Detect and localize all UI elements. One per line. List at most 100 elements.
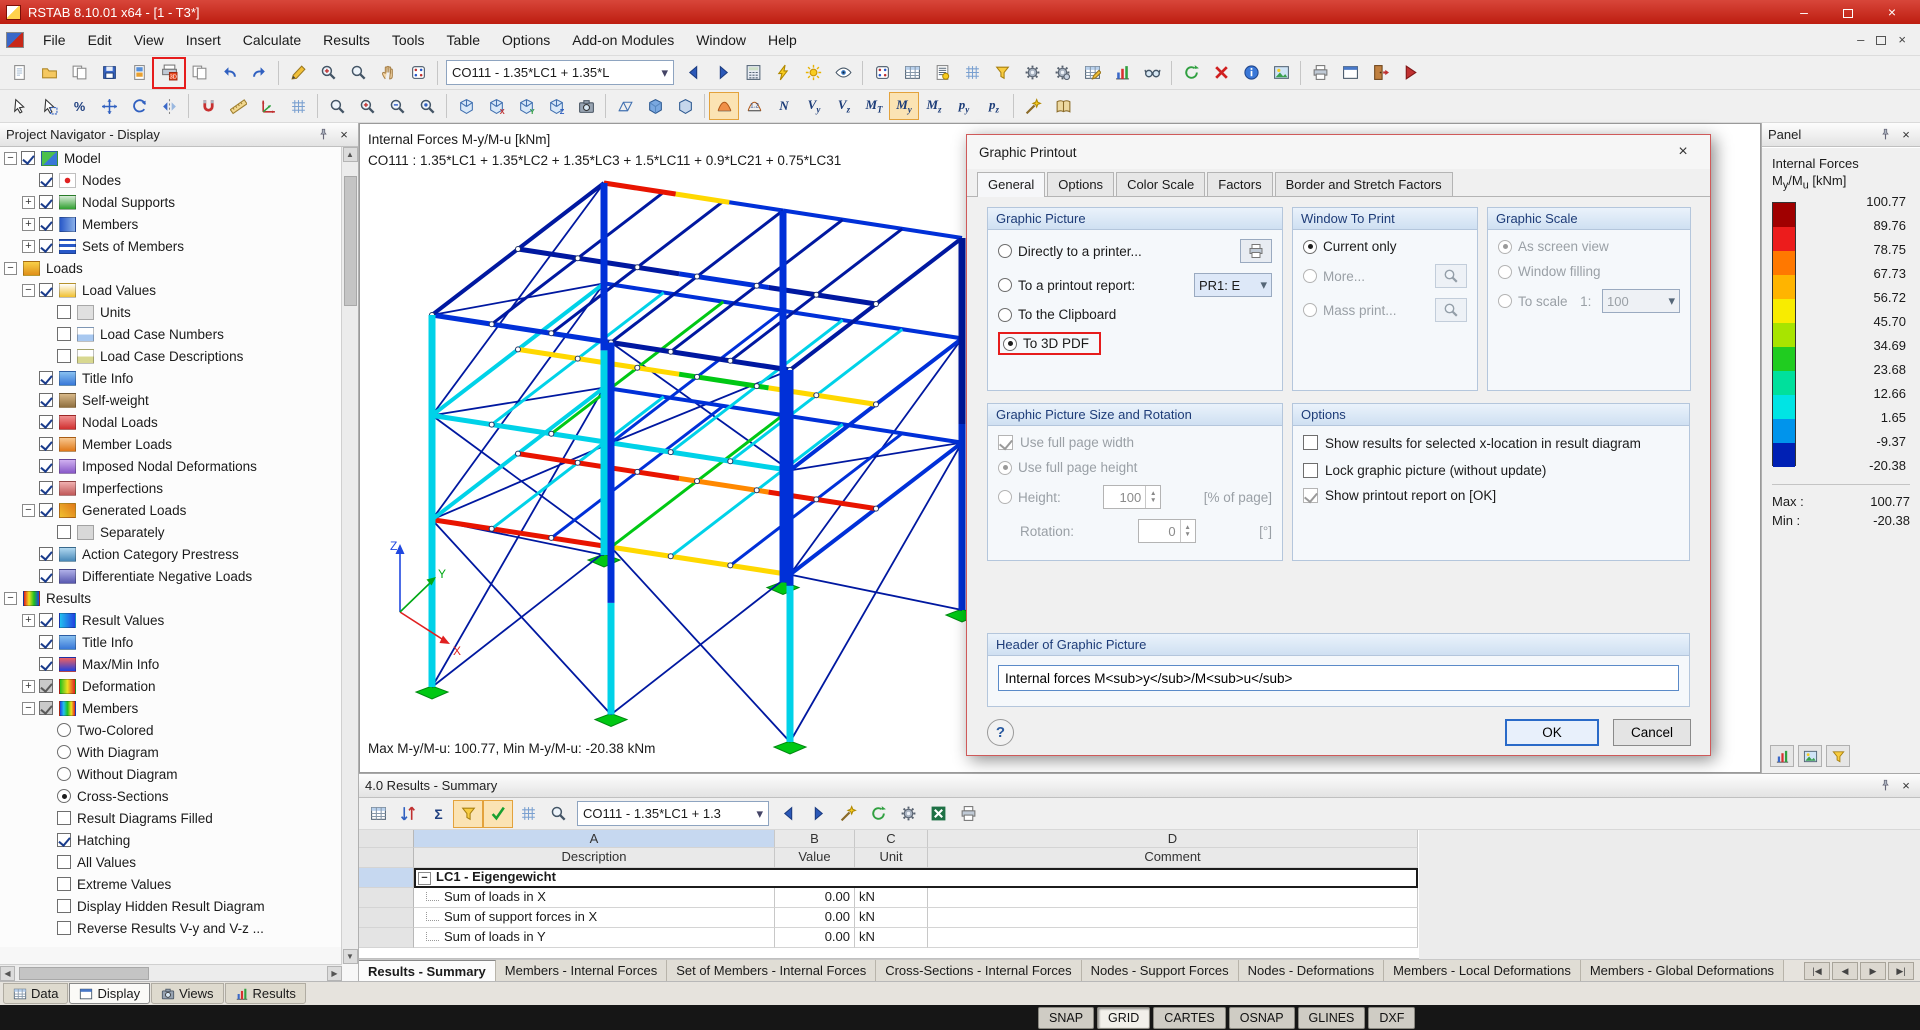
component-my-button[interactable]: My bbox=[889, 92, 919, 120]
result-values-button[interactable]: 1.2 bbox=[739, 92, 769, 120]
mirror-button[interactable] bbox=[154, 92, 184, 120]
zoom-in-button[interactable] bbox=[313, 59, 343, 87]
isometric-view-button[interactable] bbox=[451, 92, 481, 120]
navigator-tab-display[interactable]: Display bbox=[69, 983, 151, 1004]
printer-settings-button[interactable] bbox=[1240, 239, 1272, 263]
solid-model-button[interactable] bbox=[640, 92, 670, 120]
zoom-plus-button[interactable] bbox=[352, 92, 382, 120]
radio-unselected[interactable] bbox=[57, 723, 71, 737]
tree-item-load-case-descriptions[interactable]: Load Case Descriptions bbox=[0, 345, 342, 367]
previous-table-button[interactable]: ◀ bbox=[1832, 962, 1858, 980]
user-view-button[interactable] bbox=[571, 92, 601, 120]
mdi-restore-button[interactable] bbox=[1876, 32, 1887, 47]
tree-item-without-diagram[interactable]: Without Diagram bbox=[0, 763, 342, 785]
menu-table[interactable]: Table bbox=[436, 27, 491, 53]
checkbox-unchecked[interactable] bbox=[57, 349, 71, 363]
radio-height[interactable]: Height: bbox=[998, 490, 1061, 505]
checkbox-checked[interactable] bbox=[39, 459, 53, 473]
dialog-tab-factors[interactable]: Factors bbox=[1207, 172, 1273, 196]
help-button[interactable]: ? bbox=[987, 719, 1014, 746]
previous-load-case-button[interactable] bbox=[678, 59, 708, 87]
menu-help[interactable]: Help bbox=[757, 27, 808, 53]
manual-button[interactable] bbox=[1048, 92, 1078, 120]
view-options-button[interactable] bbox=[1137, 59, 1167, 87]
structural-model-3d[interactable]: Z X Y bbox=[370, 142, 1010, 772]
panel-color-scale-button[interactable] bbox=[1770, 745, 1794, 767]
rotation-spinner[interactable]: 0 ▲ ▼ bbox=[1137, 519, 1196, 543]
checkbox-checked[interactable] bbox=[39, 217, 53, 231]
checkbox-checked[interactable] bbox=[39, 415, 53, 429]
component-vz-button[interactable]: Vz bbox=[829, 92, 859, 120]
menu-window[interactable]: Window bbox=[685, 27, 757, 53]
cancel-button[interactable]: Cancel bbox=[1613, 719, 1691, 746]
radio-to-clipboard[interactable]: To the Clipboard bbox=[998, 307, 1272, 322]
radio-window-filling[interactable]: Window filling bbox=[1498, 264, 1680, 279]
previous-table-button[interactable] bbox=[773, 800, 803, 828]
tree-item-nodal-loads[interactable]: Nodal Loads bbox=[0, 411, 342, 433]
wireframe-model-button[interactable] bbox=[610, 92, 640, 120]
tree-item-differentiate-negative-loads[interactable]: Differentiate Negative Loads bbox=[0, 565, 342, 587]
expander-icon[interactable]: + bbox=[22, 217, 35, 231]
tree-item-extreme-values[interactable]: Extreme Values bbox=[0, 873, 342, 895]
plane-grid-button[interactable] bbox=[283, 92, 313, 120]
show-results-button[interactable] bbox=[798, 59, 828, 87]
zoom-minus-button[interactable] bbox=[382, 92, 412, 120]
radio-current-only[interactable]: Current only bbox=[1303, 239, 1467, 254]
tree-item-loads[interactable]: − Loads bbox=[0, 257, 342, 279]
new-button[interactable] bbox=[4, 59, 34, 87]
checkbox-checked[interactable] bbox=[39, 657, 53, 671]
table-settings-button[interactable] bbox=[893, 800, 923, 828]
print-graphic-button[interactable]: 3D bbox=[152, 56, 186, 89]
tree-item-two-colored[interactable]: Two-Colored bbox=[0, 719, 342, 741]
zoom-button[interactable] bbox=[322, 92, 352, 120]
render-button[interactable] bbox=[1266, 59, 1296, 87]
diagram-button[interactable] bbox=[1107, 59, 1137, 87]
tree-item-title-info[interactable]: Title Info bbox=[0, 367, 342, 389]
tree-item-member-loads[interactable]: Member Loads bbox=[0, 433, 342, 455]
component-pz-button[interactable]: pz bbox=[979, 92, 1009, 120]
table-row[interactable]: Sum of loads in X 0.00 kN bbox=[359, 888, 1419, 908]
radio-use-full-page-height[interactable]: Use full page height bbox=[998, 460, 1272, 475]
checkbox-unchecked[interactable] bbox=[57, 811, 71, 825]
move-button[interactable] bbox=[94, 92, 124, 120]
checkbox-x-location-results[interactable]: Show results for selected x-location in … bbox=[1303, 435, 1679, 453]
tree-item-generated-loads[interactable]: − Generated Loads bbox=[0, 499, 342, 521]
radio-to-printout-report[interactable]: To a printout report: bbox=[998, 278, 1135, 293]
run-help-button[interactable] bbox=[1395, 59, 1425, 87]
mdi-minimize-button[interactable]: – bbox=[1857, 32, 1864, 47]
expander-icon[interactable]: + bbox=[22, 679, 35, 693]
refresh-table-button[interactable] bbox=[863, 800, 893, 828]
radio-to-3d-pdf[interactable]: To 3D PDF bbox=[1003, 336, 1089, 351]
tree-item-display-hidden-result-diagram[interactable]: Display Hidden Result Diagram bbox=[0, 895, 342, 917]
checkbox-unchecked[interactable] bbox=[57, 877, 71, 891]
tree-item-all-values[interactable]: All Values bbox=[0, 851, 342, 873]
menu-calculate[interactable]: Calculate bbox=[232, 27, 312, 53]
component-py-button[interactable]: py bbox=[949, 92, 979, 120]
checkbox-use-full-page-width[interactable]: Use full page width bbox=[998, 435, 1272, 450]
dialog-tab-border-and-stretch-factors[interactable]: Border and Stretch Factors bbox=[1274, 172, 1453, 196]
expander-icon[interactable]: − bbox=[4, 151, 17, 165]
save-button[interactable] bbox=[94, 59, 124, 87]
result-diagrams-button[interactable] bbox=[709, 92, 739, 120]
printout-report-combo[interactable]: PR1: E ▾ bbox=[1194, 273, 1272, 297]
checkbox-checked[interactable] bbox=[39, 371, 53, 385]
tables-button[interactable] bbox=[897, 59, 927, 87]
previous-view-button[interactable] bbox=[412, 92, 442, 120]
navigator-close-icon[interactable]: × bbox=[336, 127, 352, 142]
expander-icon[interactable]: + bbox=[22, 613, 35, 627]
radio-more-windows[interactable]: More... bbox=[1303, 269, 1365, 284]
tree-item-model[interactable]: − Model bbox=[0, 147, 342, 169]
radio-selected[interactable] bbox=[57, 789, 71, 803]
status-grid-toggle[interactable]: GRID bbox=[1097, 1007, 1151, 1029]
main-load-combination-combo[interactable]: CO111 - 1.35*LC1 + 1.35*L ▾ bbox=[446, 60, 674, 85]
print-button[interactable] bbox=[1305, 59, 1335, 87]
checkbox-checked[interactable] bbox=[39, 173, 53, 187]
select-button[interactable] bbox=[4, 92, 34, 120]
animation-button[interactable] bbox=[1018, 92, 1048, 120]
tree-item-members[interactable]: + Members bbox=[0, 213, 342, 235]
checkbox-checked[interactable] bbox=[39, 239, 53, 253]
tree-item-nodal-supports[interactable]: + Nodal Supports bbox=[0, 191, 342, 213]
table-row[interactable]: Sum of support forces in X 0.00 kN bbox=[359, 908, 1419, 928]
work-plane-button[interactable] bbox=[253, 92, 283, 120]
tree-item-result-values[interactable]: + Result Values bbox=[0, 609, 342, 631]
